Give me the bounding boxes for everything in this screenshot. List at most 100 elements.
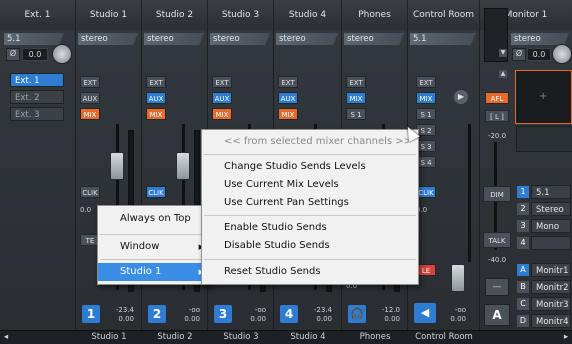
chevron-down-icon[interactable]: ▼ — [499, 49, 507, 57]
strip-2-value: 0.00 — [184, 315, 200, 323]
monitor-out-d[interactable]: Monitr4 — [531, 314, 571, 328]
strip-3-value: 0.00 — [250, 315, 266, 323]
strip-3-number-badge[interactable]: 3 — [214, 305, 232, 323]
strip-1-mix-button[interactable]: MIX — [80, 108, 100, 120]
monitor-out-num-c: C — [517, 298, 529, 310]
strip-5-s1-button[interactable]: S 1 — [346, 108, 366, 120]
menu-enable-sends[interactable]: Enable Studio Sends — [202, 219, 418, 237]
strip-3-mix-button[interactable]: MIX — [212, 108, 232, 120]
menu-separator — [100, 234, 208, 235]
format-control-room[interactable]: 5.1 — [410, 33, 476, 45]
input-ext-1[interactable]: Ext. 1 — [10, 73, 64, 87]
format-studio-3[interactable]: stereo — [210, 33, 270, 45]
ext-gain-knob[interactable] — [52, 44, 72, 64]
menu-separator — [204, 215, 416, 216]
footer-control-room: Control Room — [415, 332, 473, 342]
phase-icon[interactable]: Ø — [6, 48, 20, 61]
cr-s3-button[interactable]: S 3 — [416, 140, 436, 152]
minus-button[interactable]: — — [485, 278, 509, 296]
strip-5-mix-button[interactable]: MIX — [346, 92, 366, 104]
speaker-layout-icons[interactable] — [516, 126, 572, 152]
menu-window-label: Window — [120, 241, 160, 252]
monitor-gain-knob[interactable] — [552, 44, 572, 64]
cr-fader[interactable] — [451, 264, 465, 292]
cr-s1-button[interactable]: S 1 — [416, 108, 436, 120]
header-control-room: Control Room — [408, 0, 480, 30]
talk-button[interactable]: TALK — [483, 232, 511, 248]
cr-le-button[interactable]: LE — [416, 264, 436, 276]
strip-2-ext-button[interactable]: EXT — [146, 76, 166, 88]
input-ext-2[interactable]: Ext. 2 — [10, 90, 64, 104]
menu-window[interactable]: Window ▶ — [98, 238, 210, 256]
format-studio-2[interactable]: stereo — [144, 33, 204, 45]
afl-button[interactable]: AFL — [485, 92, 509, 104]
monitor-src-1[interactable]: 5.1 — [531, 185, 571, 199]
crosshair-icon: + — [539, 91, 548, 102]
cr-s2-button[interactable]: S 2 — [416, 124, 436, 136]
monitor-phase-icon[interactable]: Ø — [512, 48, 526, 61]
cr-clik-button[interactable]: CLIK — [416, 186, 436, 198]
a-button[interactable]: A — [484, 304, 510, 326]
menu-always-on-top[interactable]: Always on Top — [98, 210, 210, 228]
scroll-right-icon[interactable]: ▸ — [560, 331, 572, 344]
cr-s4-button[interactable]: S 4 — [416, 156, 436, 168]
strip-1-number-badge[interactable]: 1 — [82, 305, 100, 323]
strip-2-fader[interactable] — [176, 152, 190, 180]
menu-reset-sends[interactable]: Reset Studio Sends — [202, 263, 418, 281]
surround-panner[interactable]: + — [515, 70, 572, 124]
strip-4-level: -23.4 — [313, 306, 332, 314]
monitor-src-num-4: 4 — [517, 237, 529, 249]
monitor-out-a[interactable]: Monitr1 — [531, 263, 571, 277]
input-ext-3[interactable]: Ext. 3 — [10, 107, 64, 121]
headphones-icon[interactable]: 🎧 — [348, 305, 366, 323]
strip-2-number-badge[interactable]: 2 — [148, 305, 166, 323]
strip-2-clik-button[interactable]: CLIK — [146, 186, 166, 198]
monitor-out-num-d: D — [517, 315, 529, 327]
monitor-src-4[interactable] — [531, 236, 571, 250]
cr-ext-button[interactable]: EXT — [416, 76, 436, 88]
format-studio-4[interactable]: stereo — [276, 33, 338, 45]
menu-use-current-pan[interactable]: Use Current Pan Settings — [202, 194, 418, 212]
monitor-src-3[interactable]: Mono — [531, 219, 571, 233]
chevron-up-icon[interactable]: ▲ — [499, 70, 507, 78]
format-ext[interactable]: 5.1 — [4, 33, 64, 45]
menu-disable-sends[interactable]: Disable Studio Sends — [202, 237, 418, 255]
monitor-src-2[interactable]: Stereo — [531, 202, 571, 216]
cr-speaker-icon[interactable]: ◀ — [414, 303, 436, 323]
ext-gain-value[interactable]: 0.0 — [22, 48, 48, 61]
dim-button[interactable]: DIM — [483, 186, 511, 202]
menu-separator — [204, 154, 416, 155]
strip-2-mix-button[interactable]: MIX — [146, 108, 166, 120]
monitor-out-b[interactable]: Monitr2 — [531, 280, 571, 294]
menu-separator — [100, 259, 208, 260]
strip-4-ext-button[interactable]: EXT — [278, 76, 298, 88]
strip-4-number-badge[interactable]: 4 — [280, 305, 298, 323]
strip-1-fader[interactable] — [110, 152, 124, 180]
db-label-2: -40.0 — [487, 256, 507, 264]
footer-studio-1: Studio 1 — [91, 332, 127, 342]
strip-1-clik-button[interactable]: CLIK — [80, 186, 100, 198]
monitor-out-c[interactable]: Monitr3 — [531, 297, 571, 311]
format-studio-1[interactable]: stereo — [78, 33, 138, 45]
strip-1-ext-button[interactable]: EXT — [80, 76, 100, 88]
cr-play-icon[interactable]: ▶ — [454, 90, 468, 104]
menu-change-levels[interactable]: Change Studio Sends Levels — [202, 158, 418, 176]
strip-5-ext-button[interactable]: EXT — [346, 76, 366, 88]
header-ext-1: Ext. 1 — [0, 0, 76, 30]
menu-studio-1[interactable]: Studio 1 ▶ — [98, 263, 210, 281]
monitor-gain-value[interactable]: 0.0 — [527, 48, 551, 61]
strip-3-ext-button[interactable]: EXT — [212, 76, 232, 88]
scroll-left-icon[interactable]: ◂ — [0, 331, 12, 344]
format-phones[interactable]: stereo — [344, 33, 404, 45]
strip-4-mix-button[interactable]: MIX — [278, 108, 298, 120]
menu-use-current-mix[interactable]: Use Current Mix Levels — [202, 176, 418, 194]
strip-1-aux-button[interactable]: AUX — [80, 92, 100, 104]
strip-2-aux-button[interactable]: AUX — [146, 92, 166, 104]
strip-4-aux-button[interactable]: AUX — [278, 92, 298, 104]
monitor-out-num-a: A — [517, 264, 529, 276]
cr-value: 0.00 — [450, 315, 466, 323]
cr-mix-button[interactable]: MIX — [416, 92, 436, 104]
lr-button[interactable]: [ L ] — [485, 110, 509, 122]
strip-1-level: -23.4 — [115, 306, 134, 314]
strip-3-aux-button[interactable]: AUX — [212, 92, 232, 104]
